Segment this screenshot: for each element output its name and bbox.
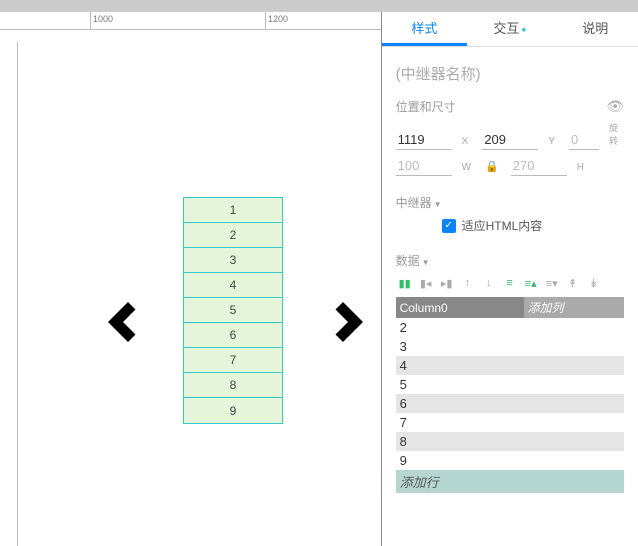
- position-row: X Y 旋转: [396, 121, 624, 150]
- canvas[interactable]: 1000 1200 1 2 3 4 5 6 7 8 9: [0, 12, 382, 546]
- section-position-size[interactable]: 位置和尺寸 👁: [396, 98, 624, 115]
- y-label: Y: [548, 136, 555, 147]
- tab-interactions[interactable]: 交互●: [467, 12, 552, 46]
- repeater-cell[interactable]: 1: [184, 198, 282, 223]
- width-label: W: [462, 162, 471, 173]
- add-column-icon[interactable]: ▮▮: [396, 275, 414, 291]
- chevron-down-icon: ▼: [422, 258, 430, 267]
- add-column-header[interactable]: 添加列: [524, 297, 624, 318]
- repeater-cell[interactable]: 7: [184, 348, 282, 373]
- delete-col-icon[interactable]: ↡: [585, 275, 603, 291]
- add-row-icon[interactable]: ≡: [501, 275, 519, 291]
- repeater-cell[interactable]: 3: [184, 248, 282, 273]
- data-cell[interactable]: 7: [396, 413, 624, 432]
- arrow-left-shape[interactable]: [93, 292, 153, 352]
- x-input[interactable]: [396, 130, 452, 150]
- rotation-label: 旋转: [609, 121, 618, 147]
- height-label: H: [577, 162, 584, 173]
- panel-tabs: 样式 交互● 说明: [382, 12, 638, 47]
- row-below-icon[interactable]: ≡▾: [543, 275, 561, 291]
- repeater-widget[interactable]: 1 2 3 4 5 6 7 8 9: [183, 197, 283, 424]
- ruler-horizontal: 1000 1200: [0, 12, 381, 30]
- canvas-inner[interactable]: 1 2 3 4 5 6 7 8 9: [18, 30, 381, 546]
- repeater-cell[interactable]: 5: [184, 298, 282, 323]
- fit-html-checkbox[interactable]: ✓ 适应HTML内容: [396, 217, 624, 234]
- col-right-icon[interactable]: ▸▮: [438, 275, 456, 291]
- data-table[interactable]: Column0 添加列 2 3 4 5 6 7 8 9 添加行: [396, 297, 624, 493]
- repeater-cell[interactable]: 9: [184, 398, 282, 423]
- data-cell[interactable]: 8: [396, 432, 624, 451]
- arrow-right-shape[interactable]: [318, 292, 378, 352]
- section-label: 位置和尺寸: [396, 100, 456, 114]
- tab-style[interactable]: 样式: [382, 12, 467, 46]
- data-cell[interactable]: 4: [396, 356, 624, 375]
- data-toolbar: ▮▮ ▮◂ ▸▮ ↑ ↓ ≡ ≡▴ ≡▾ ↟ ↡: [396, 275, 624, 291]
- data-cell[interactable]: 5: [396, 375, 624, 394]
- repeater-cell[interactable]: 6: [184, 323, 282, 348]
- delete-row-icon[interactable]: ↟: [564, 275, 582, 291]
- repeater-cell[interactable]: 4: [184, 273, 282, 298]
- data-cell[interactable]: 2: [396, 318, 624, 337]
- ruler-tick: 1200: [265, 12, 288, 29]
- panel-body: (中继器名称) 位置和尺寸 👁 X Y 旋转 W 🔒 H: [382, 47, 638, 546]
- y-input[interactable]: [482, 130, 538, 150]
- width-input: [396, 156, 452, 176]
- data-cell[interactable]: 3: [396, 337, 624, 356]
- main-area: 1000 1200 1 2 3 4 5 6 7 8 9: [0, 12, 638, 546]
- app-top-strip: [0, 0, 638, 12]
- section-repeater[interactable]: 中继器▼: [396, 194, 624, 211]
- section-label: 数据: [396, 254, 420, 268]
- section-label: 中继器: [396, 196, 432, 210]
- repeater-cell[interactable]: 8: [184, 373, 282, 398]
- chevron-down-icon: ▼: [434, 200, 442, 209]
- add-row-cell[interactable]: 添加行: [396, 470, 624, 493]
- lock-icon[interactable]: 🔒: [485, 160, 499, 173]
- inspector-panel: 样式 交互● 说明 (中继器名称) 位置和尺寸 👁 X Y 旋转 W 🔒: [382, 12, 638, 546]
- widget-name-input[interactable]: (中继器名称): [396, 63, 624, 84]
- height-input: [511, 156, 567, 176]
- column-header[interactable]: Column0: [396, 297, 524, 318]
- size-row: W 🔒 H: [396, 156, 624, 176]
- ruler-tick: 1000: [90, 12, 113, 29]
- checkbox-icon: ✓: [442, 219, 456, 233]
- col-left-icon[interactable]: ▮◂: [417, 275, 435, 291]
- tab-interactions-label: 交互: [493, 21, 519, 36]
- rotation-input: [569, 130, 599, 150]
- visibility-icon[interactable]: 👁: [606, 98, 624, 115]
- fit-html-label: 适应HTML内容: [462, 217, 543, 234]
- data-cell[interactable]: 6: [396, 394, 624, 413]
- move-down-icon[interactable]: ↓: [480, 275, 498, 291]
- x-label: X: [462, 136, 469, 147]
- tab-notes[interactable]: 说明: [553, 12, 638, 46]
- section-data[interactable]: 数据▼: [396, 252, 624, 269]
- interaction-indicator-icon: ●: [521, 25, 526, 34]
- data-cell[interactable]: 9: [396, 451, 624, 470]
- row-above-icon[interactable]: ≡▴: [522, 275, 540, 291]
- move-up-icon[interactable]: ↑: [459, 275, 477, 291]
- repeater-cell[interactable]: 2: [184, 223, 282, 248]
- ruler-vertical: [0, 42, 18, 546]
